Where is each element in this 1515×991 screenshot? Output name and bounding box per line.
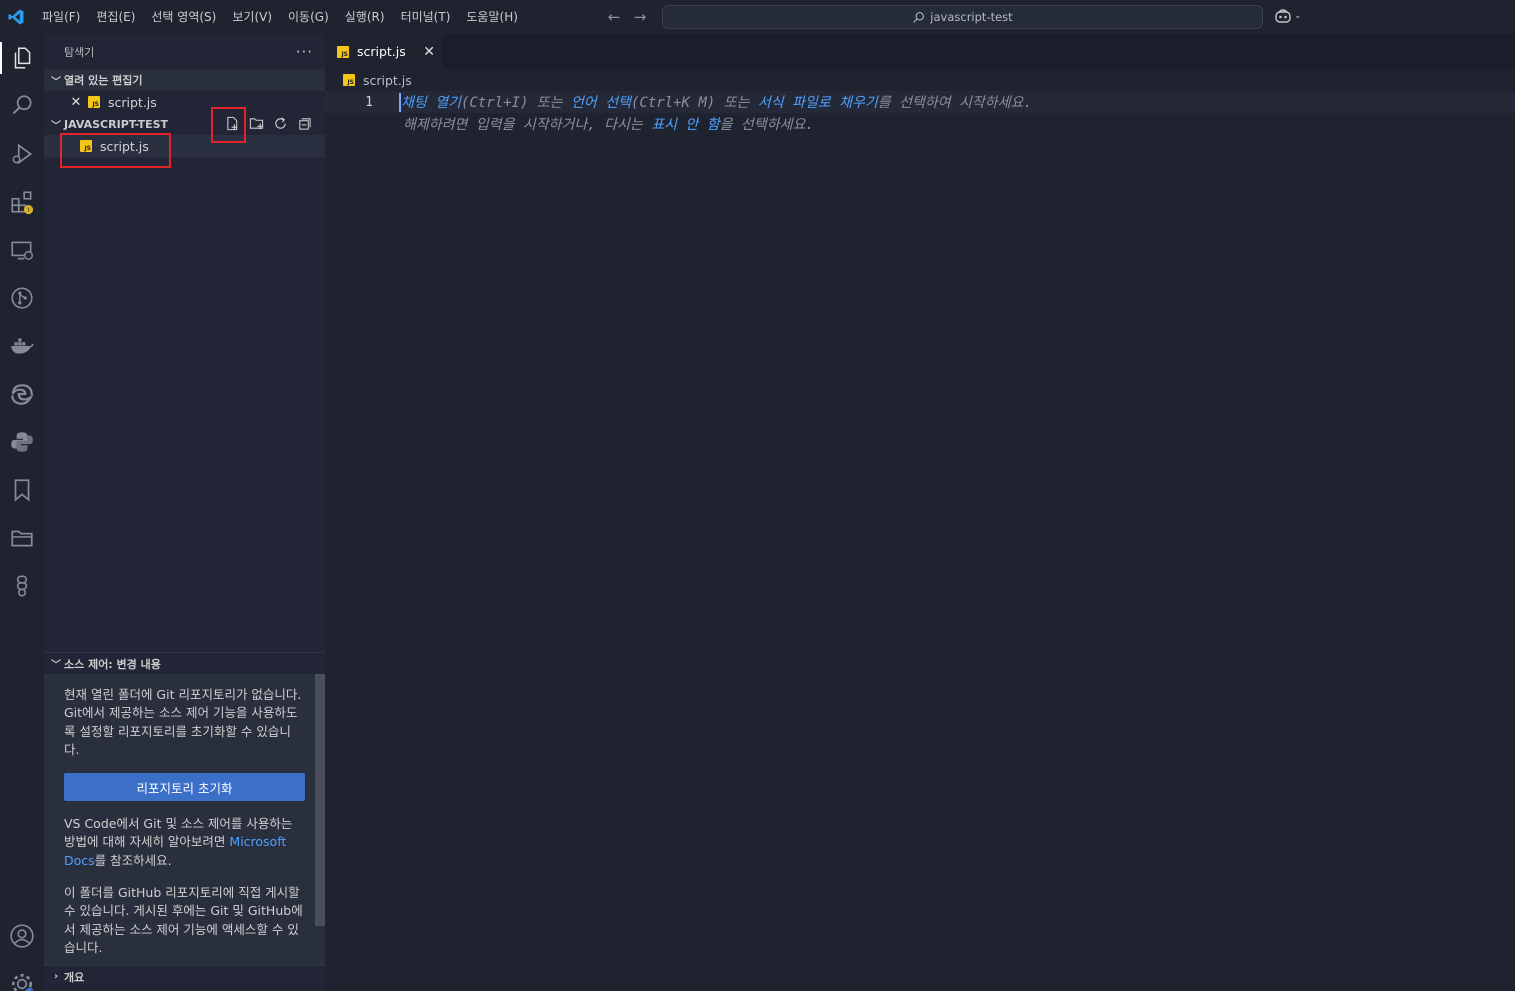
sidebar-title: 탐색기 [64,45,95,59]
menu-file[interactable]: 파일(F) [34,0,88,34]
sidebar-header: 탐색기 ··· [44,34,325,69]
hint-text-2-2: 을 선택하세요. [719,117,814,133]
new-folder-icon[interactable] [247,114,265,132]
remote-explorer-icon[interactable] [0,228,44,272]
command-center-label: javascript-test [930,10,1013,24]
menu-edit[interactable]: 편집(E) [88,0,143,34]
breadcrumb: JS script.js [325,69,1515,91]
copilot-menu[interactable]: ⌄ [1274,8,1302,24]
source-control-icon[interactable] [0,276,44,320]
settings-gear-icon[interactable] [0,962,44,991]
navigation-arrows: ← → [604,7,650,27]
chevron-down-icon: ﹀ [51,76,61,88]
close-icon[interactable]: ✕ [68,95,84,110]
chevron-right-icon: › [53,971,59,982]
activity-bar: ! [0,34,44,991]
menu-view[interactable]: 보기(V) [224,0,280,34]
docs-message: VS Code에서 Git 및 소스 제어를 사용하는 방법에 대해 자세히 알… [64,815,305,870]
tab-script-js[interactable]: JS script.js ✕ [325,34,443,69]
open-editors-label: 열려 있는 편집기 [64,74,143,87]
empty-editor-hint-line-1: 채팅 열기(Ctrl+I) 또는 언어 선택(Ctrl+K M) 또는 서식 파… [401,92,1032,112]
hint-text-1-1: (Ctrl+I) 또는 [460,95,572,111]
highlight-box-script-file [60,133,171,168]
publish-message: 이 폴더를 GitHub 리포지토리에 직접 게시할 수 있습니다. 게시된 후… [64,885,303,955]
menu-help[interactable]: 도움말(H) [458,0,526,34]
chevron-down-icon: ﹀ [51,660,61,671]
hint-text-1-3: (Ctrl+K M) 또는 [630,95,758,111]
project-manager-icon[interactable] [0,516,44,560]
source-control-panel: 현재 열린 폴더에 Git 리포지토리가 없습니다. Git에서 제공하는 소스… [44,674,325,971]
menu-bar: 파일(F) 편집(E) 선택 영역(S) 보기(V) 이동(G) 실행(R) 터… [32,0,526,34]
highlight-box-new-file [211,107,246,143]
hint-link-2-1[interactable]: 표시 안 함 [651,117,719,133]
menu-terminal[interactable]: 터미널(T) [393,0,459,34]
menu-run[interactable]: 실행(R) [337,0,393,34]
bookmark-icon[interactable] [0,468,44,512]
hint-link-1-0[interactable]: 채팅 열기 [401,95,461,111]
chevron-down-icon: ﹀ [51,120,61,132]
breadcrumb-filename[interactable]: script.js [363,73,412,88]
search-icon [913,11,925,23]
explorer-sidebar: 탐색기 ··· ﹀ 열려 있는 편집기 ✕ JS script.js ﹀ JAV… [44,34,325,991]
extensions-icon[interactable]: ! [0,180,44,224]
copilot-icon [1275,9,1291,23]
edge-devtools-icon[interactable] [0,372,44,416]
editor-tabs: JS script.js ✕ [325,34,1515,69]
javascript-file-icon: JS [337,45,349,58]
editor-line-2: 해제하려면 입력을 시작하거나, 다시는 표시 안 함을 선택하세요. [325,113,814,135]
search-icon[interactable] [0,84,44,128]
open-editor-item[interactable]: ✕ JS script.js [44,91,325,113]
empty-editor-hint-line-2: 해제하려면 입력을 시작하거나, 다시는 표시 안 함을 선택하세요. [403,114,814,134]
project-folder-label: JAVASCRIPT-TEST [64,117,169,131]
more-actions-icon[interactable]: ··· [296,43,313,61]
hint-text-2-0: 해제하려면 입력을 시작하거나, 다시는 [403,117,652,133]
collapse-all-icon[interactable] [295,114,313,132]
menu-selection[interactable]: 선택 영역(S) [143,0,224,34]
svg-text:!: ! [27,206,30,214]
open-editors-section-header[interactable]: ﹀ 열려 있는 편집기 [44,69,325,91]
docker-icon[interactable] [0,324,44,368]
refresh-icon[interactable] [271,114,289,132]
back-arrow-icon[interactable]: ← [604,7,624,27]
command-center-search[interactable]: javascript-test [662,5,1263,29]
source-control-section-header[interactable]: ﹀ 소스 제어: 변경 내용 [44,652,325,674]
account-icon[interactable] [0,914,44,958]
outline-label: 개요 [64,970,85,984]
javascript-file-icon: JS [88,96,100,108]
editor-line-1: 1 채팅 열기(Ctrl+I) 또는 언어 선택(Ctrl+K M) 또는 서식… [325,91,1515,113]
python-icon[interactable] [0,420,44,464]
menu-go[interactable]: 이동(G) [280,0,337,34]
hint-link-1-2[interactable]: 언어 선택 [571,95,631,111]
explorer-icon[interactable] [0,36,44,80]
initialize-repository-button[interactable]: 리포지토리 초기화 [64,773,305,802]
run-debug-icon[interactable] [0,132,44,176]
javascript-file-icon: JS [343,74,355,86]
line-number: 1 [365,94,373,110]
forward-arrow-icon[interactable]: → [630,7,650,27]
editor-area: JS script.js ✕ JS script.js 1 채팅 열기(Ctrl… [325,34,1515,991]
title-bar: 파일(F) 편집(E) 선택 영역(S) 보기(V) 이동(G) 실행(R) 터… [0,0,1515,34]
docs-message-suffix: 를 참조하세요. [94,852,172,868]
vscode-logo-icon [0,0,32,34]
no-repo-message: 현재 열린 폴더에 Git 리포지토리가 없습니다. Git에서 제공하는 소스… [64,687,302,757]
figma-icon[interactable] [0,564,44,608]
outline-section-header[interactable]: › 개요 [44,965,325,987]
hint-link-1-4[interactable]: 서식 파일로 채우기 [758,95,878,111]
hint-text-1-5: 를 선택하여 시작하세요. [877,95,1032,111]
open-editor-filename: script.js [108,94,157,110]
close-icon[interactable]: ✕ [423,44,435,60]
tab-label: script.js [357,44,406,59]
source-control-label: 소스 제어: 변경 내용 [64,657,161,671]
scrollbar[interactable] [315,674,325,926]
chevron-down-icon: ⌄ [1294,11,1302,21]
project-folder-header[interactable]: ﹀ JAVASCRIPT-TEST [44,113,325,135]
